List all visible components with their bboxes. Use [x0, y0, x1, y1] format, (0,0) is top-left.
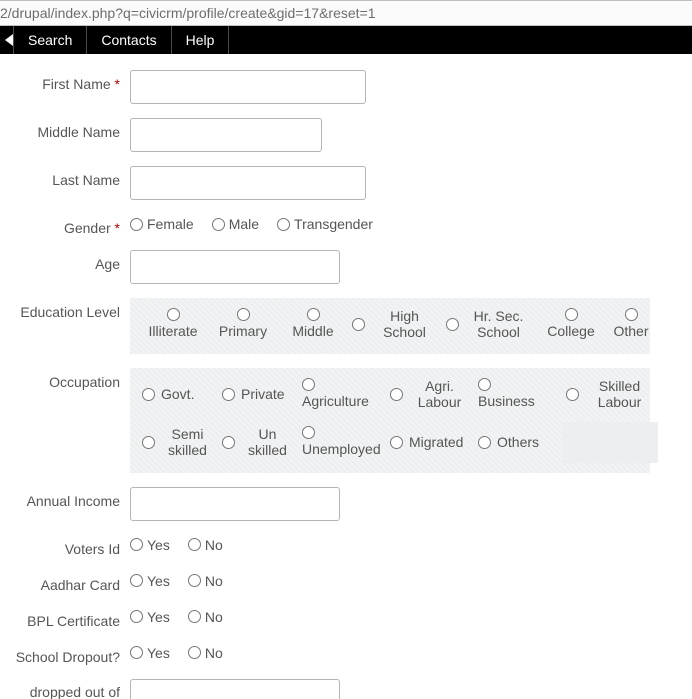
occ-radio-skilled[interactable] — [566, 388, 579, 401]
voters-yes[interactable]: Yes — [130, 537, 170, 553]
label-age: Age — [95, 256, 120, 272]
occupation-empty-cell — [562, 422, 658, 462]
occ-radio-others[interactable] — [478, 436, 491, 449]
label-annual-income: Annual Income — [27, 493, 120, 509]
nav-help[interactable]: Help — [172, 26, 230, 54]
gender-option-female[interactable]: Female — [130, 216, 194, 232]
dropout-yes[interactable]: Yes — [130, 645, 170, 661]
gender-radio-female[interactable] — [130, 218, 143, 231]
nav-search[interactable]: Search — [14, 26, 87, 54]
last-name-input[interactable] — [130, 166, 366, 200]
occ-label-migrated: Migrated — [409, 434, 463, 450]
occ-label-govt: Govt. — [161, 386, 194, 402]
gender-radio-male[interactable] — [212, 218, 225, 231]
annual-income-input[interactable] — [130, 487, 340, 521]
occ-radio-business[interactable] — [478, 378, 491, 391]
required-mark: * — [115, 76, 120, 92]
occ-radio-migrated[interactable] — [390, 436, 403, 449]
label-middle-name: Middle Name — [38, 124, 120, 140]
occ-label-business: Business — [478, 393, 535, 409]
label-first-name: First Name — [42, 76, 110, 92]
edu-radio-primary[interactable] — [237, 308, 250, 321]
edu-label-primary: Primary — [219, 323, 267, 339]
occupation-options: Govt. Private Agriculture Agri. Labour B… — [130, 368, 650, 472]
edu-label-middle: Middle — [292, 323, 333, 339]
edu-label-college: College — [547, 323, 594, 339]
occ-label-agriculture: Agriculture — [302, 393, 369, 409]
label-aadhar: Aadhar Card — [41, 577, 120, 593]
label-gender: Gender — [64, 220, 111, 236]
edu-label-illiterate: Illiterate — [148, 323, 197, 339]
label-voters-id: Voters Id — [65, 541, 120, 557]
edu-radio-middle[interactable] — [307, 308, 320, 321]
edu-radio-hrsec[interactable] — [446, 318, 459, 331]
edu-label-highschool: High School — [371, 308, 438, 340]
occ-label-unskilled: Un skilled — [241, 426, 294, 458]
age-input[interactable] — [130, 250, 340, 284]
nav-contacts[interactable]: Contacts — [87, 26, 171, 54]
label-last-name: Last Name — [52, 172, 120, 188]
occ-label-agrilabour: Agri. Labour — [409, 378, 470, 410]
aadhar-yes[interactable]: Yes — [130, 573, 170, 589]
required-mark: * — [115, 220, 120, 236]
dropout-reason-input[interactable] — [130, 679, 340, 699]
edu-label-hrsec: Hr. Sec. School — [465, 308, 532, 340]
top-nav: Search Contacts Help — [0, 26, 692, 54]
address-bar[interactable]: 2/drupal/index.php?q=civicrm/profile/cre… — [0, 0, 692, 26]
gender-radio-transgender[interactable] — [277, 218, 290, 231]
occ-radio-unemployed[interactable] — [302, 426, 315, 439]
voters-no[interactable]: No — [188, 537, 223, 553]
occ-radio-unskilled[interactable] — [222, 436, 235, 449]
occ-radio-govt[interactable] — [142, 388, 155, 401]
home-icon[interactable] — [0, 26, 14, 54]
first-name-input[interactable] — [130, 70, 366, 104]
aadhar-no[interactable]: No — [188, 573, 223, 589]
gender-option-transgender[interactable]: Transgender — [277, 216, 373, 232]
occ-label-private: Private — [241, 386, 285, 402]
bpl-no[interactable]: No — [188, 609, 223, 625]
label-dropout: School Dropout? — [16, 649, 120, 665]
label-education: Education Level — [20, 304, 120, 320]
occ-radio-agrilabour[interactable] — [390, 388, 403, 401]
dropout-no[interactable]: No — [188, 645, 223, 661]
label-bpl: BPL Certificate — [27, 613, 120, 629]
education-options: Illiterate Primary Middle High School Hr… — [130, 298, 650, 354]
occ-radio-private[interactable] — [222, 388, 235, 401]
occ-radio-agriculture[interactable] — [302, 378, 315, 391]
edu-radio-illiterate[interactable] — [167, 308, 180, 321]
bpl-yes[interactable]: Yes — [130, 609, 170, 625]
occ-label-unemployed: Unemployed — [302, 441, 381, 457]
label-dropout-reason-l1: dropped out of — [30, 684, 120, 699]
edu-radio-college[interactable] — [565, 308, 578, 321]
occ-label-others: Others — [497, 434, 539, 450]
occ-label-skilled: Skilled Labour — [585, 378, 654, 410]
edu-radio-other[interactable] — [625, 308, 638, 321]
edu-label-other: Other — [613, 323, 648, 339]
gender-option-male[interactable]: Male — [212, 216, 259, 232]
label-occupation: Occupation — [49, 374, 120, 390]
occ-radio-semiskilled[interactable] — [142, 436, 155, 449]
middle-name-input[interactable] — [130, 118, 322, 152]
occ-label-semiskilled: Semi skilled — [161, 426, 214, 458]
edu-radio-highschool[interactable] — [352, 318, 365, 331]
